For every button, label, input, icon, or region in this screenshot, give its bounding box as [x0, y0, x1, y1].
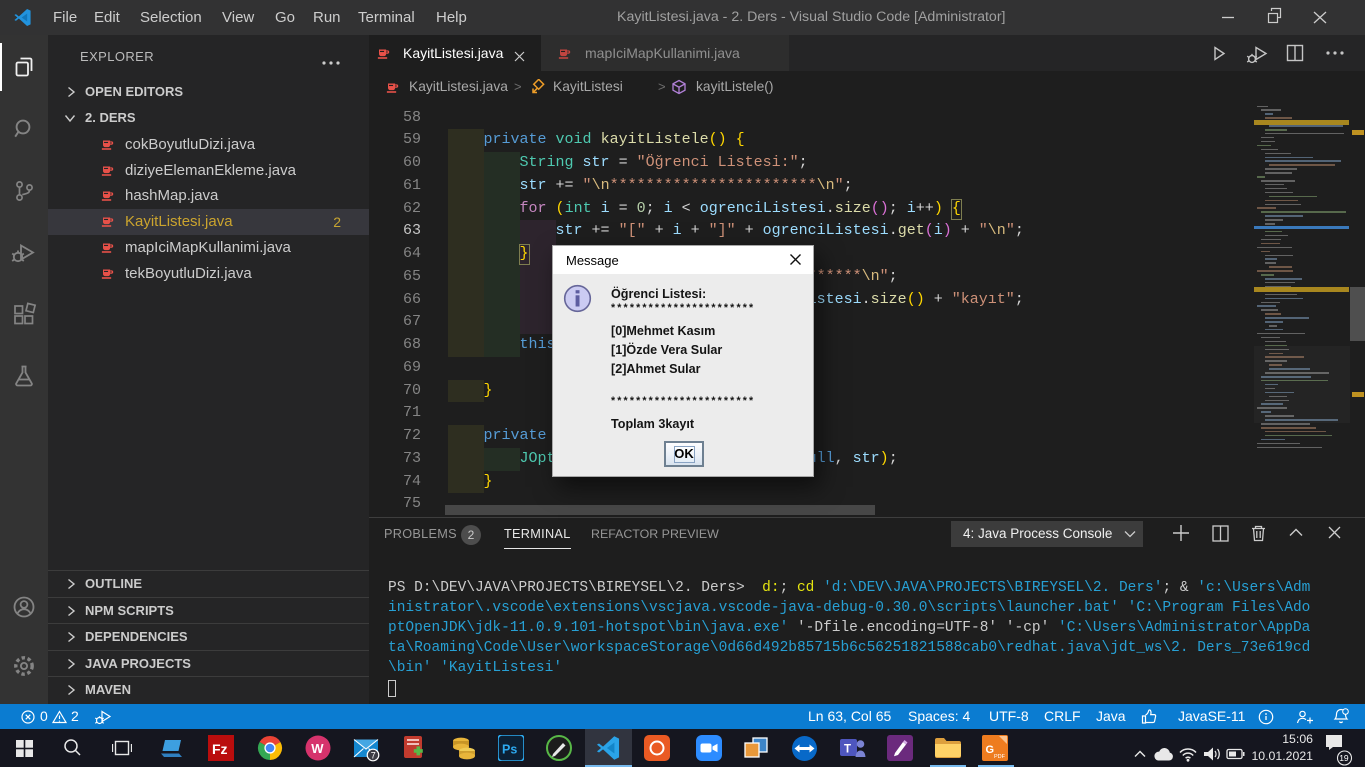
svg-text:PDF: PDF — [994, 754, 1006, 760]
svg-text:Fz: Fz — [212, 741, 228, 757]
svg-text:Ps: Ps — [502, 743, 517, 757]
svg-text:W: W — [311, 741, 324, 756]
svg-text:19: 19 — [1339, 753, 1349, 763]
svg-text:G: G — [986, 744, 995, 756]
svg-text:7: 7 — [370, 750, 375, 760]
svg-text:T: T — [844, 743, 851, 755]
